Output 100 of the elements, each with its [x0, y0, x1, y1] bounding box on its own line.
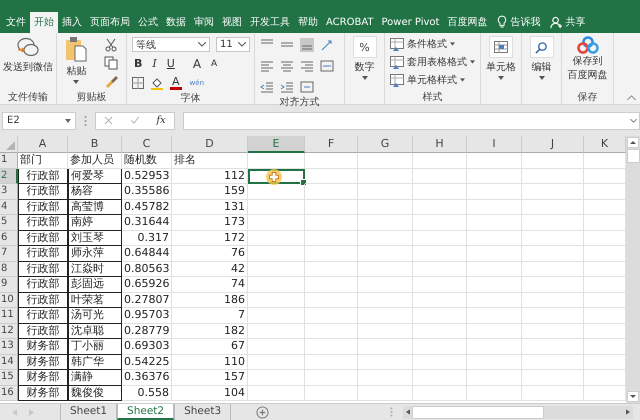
- row-header[interactable]: 6: [0, 230, 18, 246]
- ribbon-tab[interactable]: 插入: [58, 12, 86, 33]
- ribbon-tab[interactable]: ACROBAT: [322, 12, 378, 33]
- ribbon-tab[interactable]: 视图: [218, 12, 246, 33]
- column-header[interactable]: B: [68, 136, 122, 153]
- add-sheet-icon[interactable]: [256, 406, 270, 418]
- row-header[interactable]: 5: [0, 215, 18, 230]
- scroll-up-icon[interactable]: [627, 137, 639, 148]
- align-bottom-icon[interactable]: [300, 38, 314, 52]
- row-header[interactable]: 3: [0, 184, 18, 200]
- font-style-button[interactable]: I: [150, 57, 159, 70]
- column-header[interactable]: C: [122, 136, 172, 153]
- ribbon-tab[interactable]: 文件: [2, 12, 30, 33]
- column-header[interactable]: E: [248, 136, 305, 153]
- number-format-button[interactable]: % 数字: [352, 36, 376, 104]
- borders-icon[interactable]: [132, 76, 144, 88]
- font-style-button[interactable]: U: [164, 57, 177, 70]
- share-button[interactable]: 共享: [565, 12, 586, 33]
- align-left-icon[interactable]: [260, 60, 274, 72]
- column-header[interactable]: G: [358, 136, 413, 153]
- align-right-icon[interactable]: [300, 60, 314, 72]
- shrink-font-button[interactable]: A: [209, 58, 220, 68]
- align-center-icon[interactable]: [280, 60, 294, 72]
- table-cell: [467, 230, 522, 246]
- scroll-down-icon[interactable]: [627, 391, 639, 402]
- row-header[interactable]: 16: [0, 386, 18, 401]
- row-header[interactable]: 15: [0, 370, 18, 386]
- table-cell: [358, 277, 413, 292]
- collapse-ribbon-icon[interactable]: [627, 95, 636, 100]
- scroll-right-icon[interactable]: [626, 409, 630, 415]
- insert-function-button[interactable]: fx: [156, 115, 166, 126]
- font-color-button[interactable]: A: [170, 76, 182, 90]
- vertical-scrollbar[interactable]: [626, 136, 640, 403]
- font-name-dropdown[interactable]: 等线: [132, 37, 210, 52]
- send-to-wechat-button[interactable]: 发送到微信: [3, 36, 53, 90]
- ribbon-tab[interactable]: 公式: [134, 12, 162, 33]
- column-header[interactable]: A: [18, 136, 68, 153]
- scroll-left-icon[interactable]: [406, 409, 410, 415]
- style-menu-button[interactable]: 单元格样式: [390, 72, 480, 88]
- column-header[interactable]: J: [522, 136, 584, 153]
- horizontal-scrollbar[interactable]: [403, 406, 633, 418]
- ribbon-tab[interactable]: 数据: [162, 12, 190, 33]
- font-size-dropdown[interactable]: 11: [216, 37, 250, 52]
- row-header[interactable]: 8: [0, 262, 18, 277]
- font-style-button[interactable]: B: [132, 57, 144, 70]
- brush-icon[interactable]: [104, 74, 118, 88]
- table-cell: [467, 324, 522, 339]
- wrap-text-icon[interactable]: [320, 60, 334, 72]
- table-cell: [305, 324, 358, 339]
- editing-button[interactable]: 编辑: [530, 36, 554, 104]
- table-cell: 行政部: [18, 230, 68, 246]
- table-cell: 行政部: [18, 292, 68, 308]
- ribbon-tab[interactable]: 百度网盘: [443, 12, 492, 33]
- table-grid-icon: [494, 41, 508, 53]
- active-cell[interactable]: [248, 168, 305, 184]
- table-cell: 67: [172, 339, 248, 354]
- merge-cells-icon[interactable]: [300, 80, 314, 92]
- paste-button[interactable]: 粘贴: [65, 36, 88, 90]
- cells-button[interactable]: 单元格: [486, 36, 516, 104]
- ribbon-tab[interactable]: 页面布局: [86, 12, 134, 33]
- table-cell: [358, 370, 413, 386]
- formula-input[interactable]: [183, 112, 640, 130]
- tell-me-link[interactable]: 告诉我: [510, 12, 540, 33]
- fill-handle[interactable]: [300, 179, 307, 186]
- column-header[interactable]: F: [305, 136, 358, 153]
- chevron-down-icon[interactable]: [630, 118, 637, 122]
- ribbon-tab[interactable]: 开发工具: [246, 12, 294, 33]
- style-menu-button[interactable]: 条件格式: [390, 36, 480, 52]
- row-header[interactable]: 2: [0, 168, 18, 184]
- row-header[interactable]: 13: [0, 339, 18, 354]
- fill-bucket-icon[interactable]: [150, 76, 164, 90]
- row-header[interactable]: 9: [0, 277, 18, 292]
- increase-indent-icon[interactable]: [280, 80, 294, 92]
- row-header[interactable]: 11: [0, 308, 18, 324]
- text-orientation-icon[interactable]: [320, 38, 334, 50]
- table-cell: 高莹博: [68, 200, 122, 215]
- row-header[interactable]: 14: [0, 354, 18, 370]
- row-header[interactable]: 1: [0, 153, 18, 168]
- row-header[interactable]: 12: [0, 324, 18, 339]
- sheet-tab[interactable]: Sheet2: [117, 404, 174, 420]
- scroll-thumb[interactable]: [412, 406, 544, 418]
- row-header[interactable]: 10: [0, 292, 18, 308]
- scissors-icon[interactable]: [104, 38, 118, 52]
- ribbon-tab[interactable]: Power Pivot: [378, 12, 444, 33]
- name-box[interactable]: E2: [2, 112, 76, 130]
- column-header[interactable]: I: [467, 136, 522, 153]
- copy-icon[interactable]: [104, 56, 118, 70]
- ribbon-tab[interactable]: 帮助: [294, 12, 322, 33]
- decrease-indent-icon[interactable]: [260, 80, 274, 92]
- sheet-tab[interactable]: Sheet3: [174, 404, 232, 420]
- table-cell: [358, 246, 413, 262]
- ribbon-tab[interactable]: 审阅: [190, 12, 218, 33]
- row-header[interactable]: 4: [0, 200, 18, 215]
- row-header[interactable]: 7: [0, 246, 18, 262]
- ribbon-tab[interactable]: 开始: [30, 12, 58, 33]
- style-menu-button[interactable]: 套用表格格式: [390, 54, 480, 70]
- column-header[interactable]: H: [413, 136, 467, 153]
- save-to-cloud-button[interactable]: 保存到 百度网盘: [568, 36, 608, 90]
- grow-font-button[interactable]: A: [190, 56, 204, 70]
- scroll-thumb[interactable]: [626, 149, 640, 163]
